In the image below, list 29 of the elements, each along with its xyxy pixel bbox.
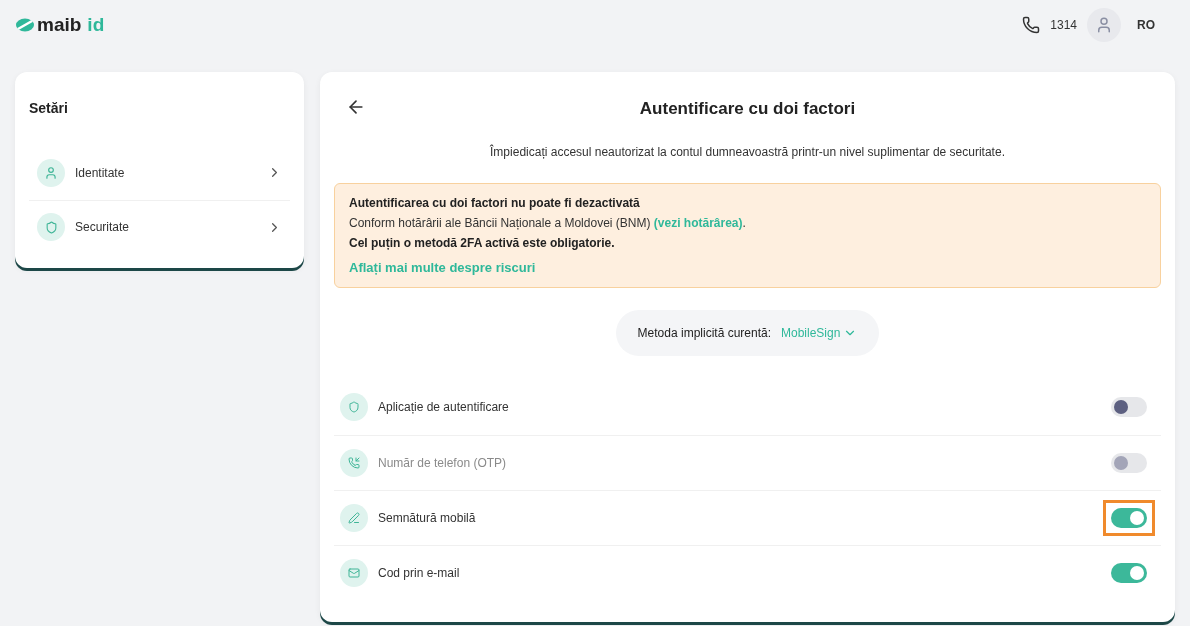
warning-title: Autentificarea cu doi factori nu poate fi dezactivată bbox=[349, 196, 641, 210]
shield-icon bbox=[348, 401, 360, 414]
settings-menu-item[interactable]: Securitate bbox=[29, 200, 290, 254]
phone-number: 1314 bbox=[1050, 18, 1077, 32]
toggle-switch[interactable] bbox=[1111, 397, 1147, 418]
logo[interactable]: maib id bbox=[15, 14, 105, 36]
toggle-switch[interactable] bbox=[1111, 507, 1147, 528]
phone-icon bbox=[1022, 16, 1041, 34]
method-label: Cod prin e-mail bbox=[378, 565, 461, 580]
logo-icon bbox=[15, 18, 35, 32]
envelope-icon bbox=[348, 566, 360, 579]
pen-icon bbox=[348, 511, 360, 524]
person-icon bbox=[44, 165, 58, 180]
profile-button[interactable] bbox=[1087, 8, 1121, 42]
default-method-label: Metoda implicită curentă: bbox=[637, 326, 771, 341]
language-button[interactable]: RO bbox=[1131, 18, 1155, 32]
warning-text: Conform hotărârii ale Băncii Naționale a Moldovei (BNM) (vezi hotărârea). bbox=[349, 216, 747, 230]
settings-menu-item[interactable]: Identitate bbox=[29, 146, 290, 201]
person-icon bbox=[1095, 16, 1113, 34]
settings-title: Setări bbox=[29, 100, 69, 116]
phone-icon bbox=[348, 456, 360, 469]
page-subtitle: Împiedicați accesul neautorizat la contul dumneavoastră printr-un nivel suplimentar de securitate. bbox=[489, 145, 1006, 159]
shield-icon bbox=[44, 220, 58, 234]
method-label: Aplicație de autentificare bbox=[378, 400, 510, 415]
warning-note: Cel puțin o metodă 2FA activă este obligatorie. bbox=[349, 236, 616, 250]
page-title: Autentificare cu doi factori bbox=[639, 98, 856, 119]
toggle-switch[interactable] bbox=[1111, 562, 1147, 583]
method-label: Semnătură mobilă bbox=[378, 510, 477, 525]
method-label: Număr de telefon (OTP) bbox=[378, 455, 508, 470]
